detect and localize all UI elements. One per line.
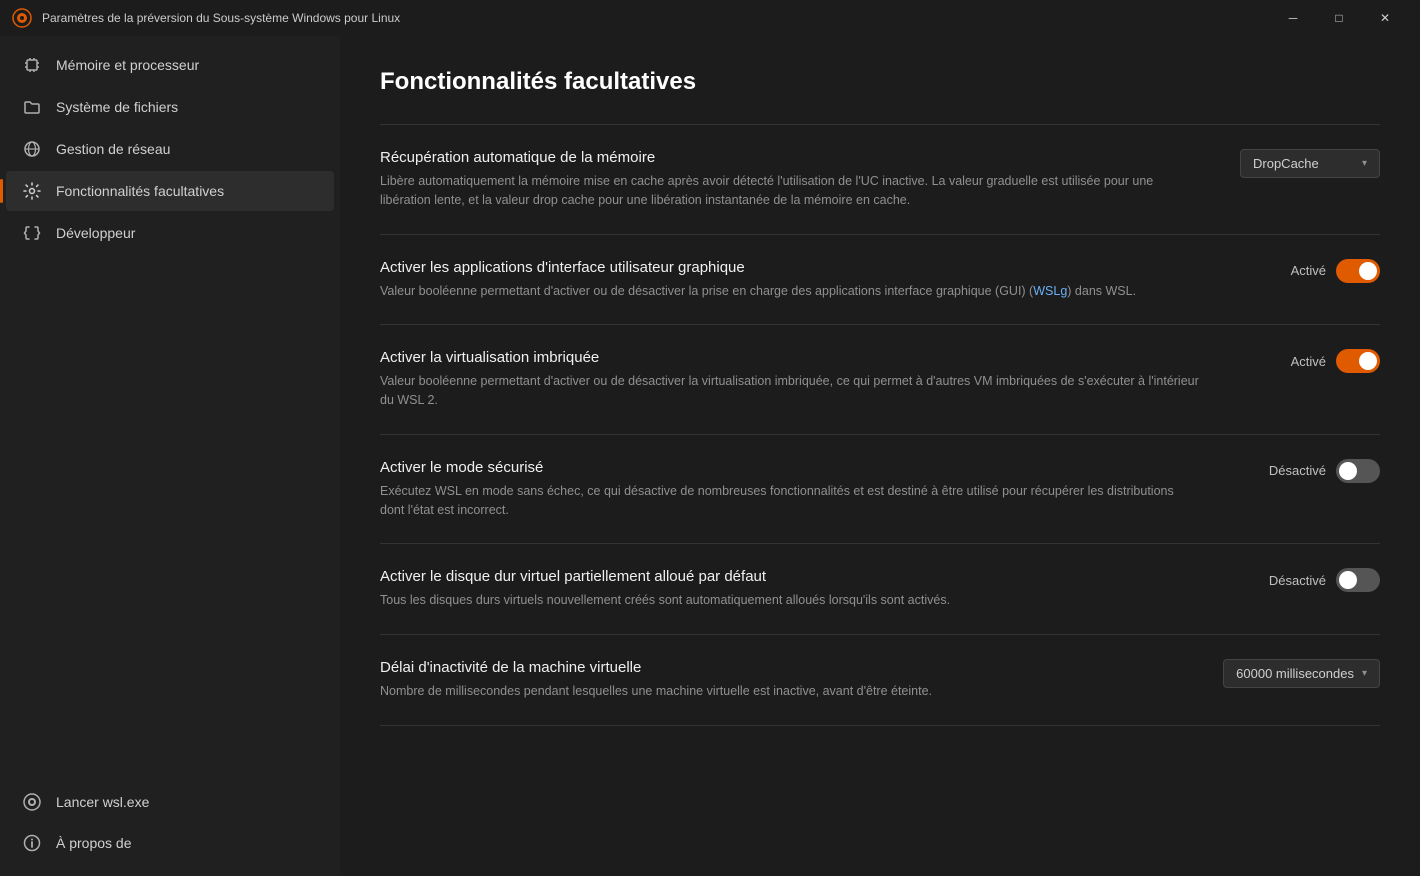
setting-control-memory-recovery: DropCache ▾: [1240, 149, 1380, 178]
sidebar-item-label-memory: Mémoire et processeur: [56, 57, 199, 73]
toggle-safe-mode[interactable]: [1336, 459, 1380, 483]
setting-title-vm-idle: Délai d'inactivité de la machine virtuel…: [380, 659, 1200, 676]
toggle-sparse-vhd[interactable]: [1336, 568, 1380, 592]
maximize-button[interactable]: □: [1316, 0, 1362, 36]
sidebar-item-label-optional: Fonctionnalités facultatives: [56, 183, 224, 199]
setting-control-gui-apps: Activé: [1250, 259, 1380, 283]
setting-desc-nested-virt: Valeur booléenne permettant d'activer ou…: [380, 372, 1200, 410]
sidebar-item-label-filesystem: Système de fichiers: [56, 99, 178, 115]
main-content: Fonctionnalités facultatives Récupératio…: [340, 36, 1420, 876]
app-body: Mémoire et processeur Système de fichier…: [0, 36, 1420, 876]
toggle-label-safe-mode: Désactivé: [1269, 463, 1326, 478]
setting-title-gui-apps: Activer les applications d'interface uti…: [380, 259, 1200, 276]
setting-control-sparse-vhd: Désactivé: [1250, 568, 1380, 592]
minimize-button[interactable]: ─: [1270, 0, 1316, 36]
chip-icon: [22, 55, 42, 75]
setting-desc-vm-idle: Nombre de millisecondes pendant lesquell…: [380, 682, 1200, 701]
sidebar-item-launch[interactable]: Lancer wsl.exe: [6, 782, 334, 822]
sidebar-item-developer[interactable]: Développeur: [6, 213, 334, 253]
sidebar-item-memory[interactable]: Mémoire et processeur: [6, 45, 334, 85]
setting-sparse-vhd: Activer le disque dur virtuel partiellem…: [380, 543, 1380, 634]
wslg-link[interactable]: WSLg: [1033, 284, 1067, 298]
title-bar-text: Paramètres de la préversion du Sous-syst…: [42, 11, 1270, 25]
setting-text-memory-recovery: Récupération automatique de la mémoire L…: [380, 149, 1200, 210]
setting-control-nested-virt: Activé: [1250, 349, 1380, 373]
toggle-label-gui-apps: Activé: [1291, 263, 1326, 278]
setting-nested-virt: Activer la virtualisation imbriquée Vale…: [380, 324, 1380, 434]
setting-control-vm-idle: 60000 millisecondes ▾: [1223, 659, 1380, 688]
gear-icon: [22, 181, 42, 201]
setting-memory-recovery: Récupération automatique de la mémoire L…: [380, 124, 1380, 234]
sidebar-item-label-network: Gestion de réseau: [56, 141, 170, 157]
setting-control-safe-mode: Désactivé: [1250, 459, 1380, 483]
setting-desc-safe-mode: Exécutez WSL en mode sans échec, ce qui …: [380, 482, 1200, 520]
setting-desc-memory-recovery: Libère automatiquement la mémoire mise e…: [380, 172, 1200, 210]
title-bar-controls: ─ □ ✕: [1270, 0, 1408, 36]
setting-vm-idle: Délai d'inactivité de la machine virtuel…: [380, 634, 1380, 726]
title-bar: Paramètres de la préversion du Sous-syst…: [0, 0, 1420, 36]
setting-text-sparse-vhd: Activer le disque dur virtuel partiellem…: [380, 568, 1200, 610]
toggle-nested-virt[interactable]: [1336, 349, 1380, 373]
sidebar-item-filesystem[interactable]: Système de fichiers: [6, 87, 334, 127]
wsl-small-icon: [22, 792, 42, 812]
setting-title-sparse-vhd: Activer le disque dur virtuel partiellem…: [380, 568, 1200, 585]
toggle-label-sparse-vhd: Désactivé: [1269, 573, 1326, 588]
setting-title-memory-recovery: Récupération automatique de la mémoire: [380, 149, 1200, 166]
info-icon: [22, 833, 42, 853]
setting-text-vm-idle: Délai d'inactivité de la machine virtuel…: [380, 659, 1200, 701]
chevron-down-icon: ▾: [1362, 158, 1367, 169]
setting-safe-mode: Activer le mode sécurisé Exécutez WSL en…: [380, 434, 1380, 544]
setting-title-safe-mode: Activer le mode sécurisé: [380, 459, 1200, 476]
close-button[interactable]: ✕: [1362, 0, 1408, 36]
network-icon: [22, 139, 42, 159]
toggle-label-nested-virt: Activé: [1291, 354, 1326, 369]
setting-desc-sparse-vhd: Tous les disques durs virtuels nouvellem…: [380, 591, 1200, 610]
chevron-down-icon-vm: ▾: [1362, 668, 1367, 679]
sidebar: Mémoire et processeur Système de fichier…: [0, 36, 340, 876]
setting-desc-gui-apps: Valeur booléenne permettant d'activer ou…: [380, 282, 1200, 301]
sidebar-item-optional[interactable]: Fonctionnalités facultatives: [6, 171, 334, 211]
setting-text-gui-apps: Activer les applications d'interface uti…: [380, 259, 1200, 301]
page-title: Fonctionnalités facultatives: [380, 68, 1380, 96]
dropdown-vm-idle[interactable]: 60000 millisecondes ▾: [1223, 659, 1380, 688]
sidebar-item-about[interactable]: À propos de: [6, 823, 334, 863]
setting-text-safe-mode: Activer le mode sécurisé Exécutez WSL en…: [380, 459, 1200, 520]
sidebar-item-network[interactable]: Gestion de réseau: [6, 129, 334, 169]
sidebar-item-label-developer: Développeur: [56, 225, 135, 241]
sidebar-bottom: Lancer wsl.exe À propos de: [0, 781, 340, 876]
dropdown-memory-recovery[interactable]: DropCache ▾: [1240, 149, 1380, 178]
toggle-gui-apps[interactable]: [1336, 259, 1380, 283]
app-icon: [12, 8, 32, 28]
setting-title-nested-virt: Activer la virtualisation imbriquée: [380, 349, 1200, 366]
sidebar-item-label-launch: Lancer wsl.exe: [56, 794, 149, 810]
setting-text-nested-virt: Activer la virtualisation imbriquée Vale…: [380, 349, 1200, 410]
braces-icon: [22, 223, 42, 243]
setting-gui-apps: Activer les applications d'interface uti…: [380, 234, 1380, 325]
folder-icon: [22, 97, 42, 117]
sidebar-item-label-about: À propos de: [56, 835, 132, 851]
